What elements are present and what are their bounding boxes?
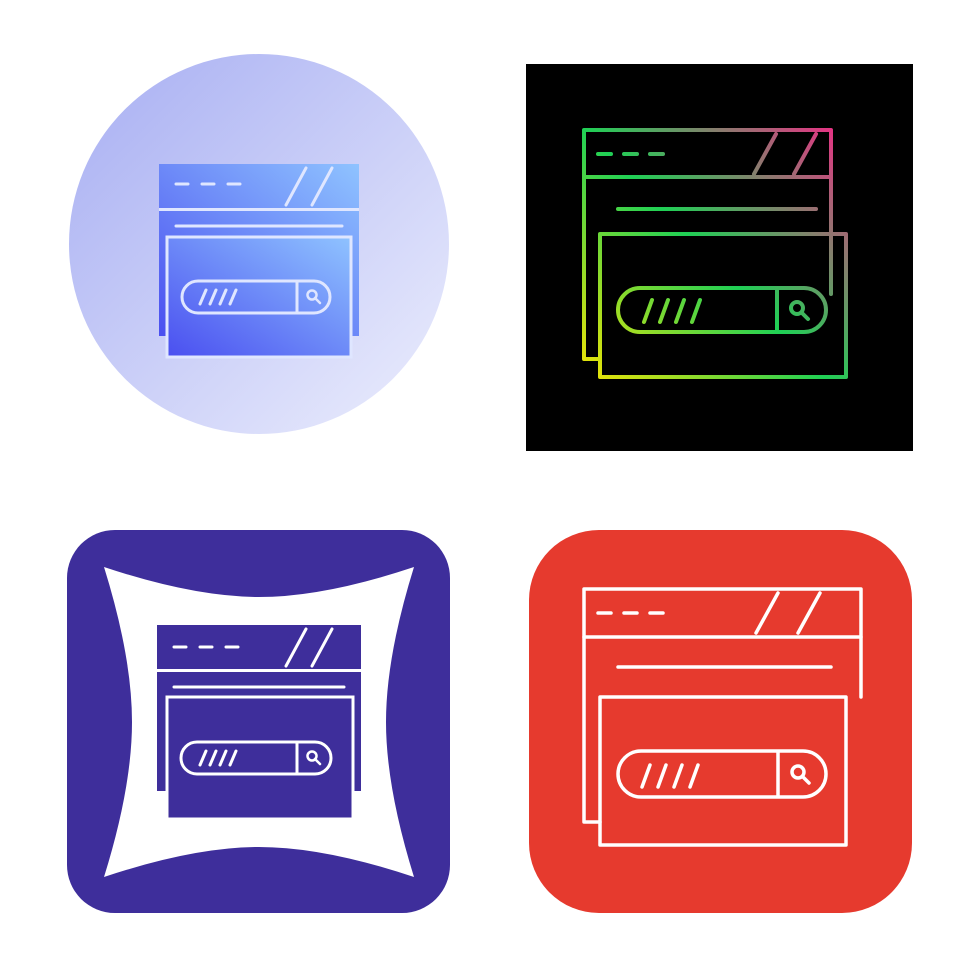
- browser-search-icon: [69, 54, 449, 434]
- browser-search-icon-indigo-pillow: [64, 527, 454, 917]
- browser-search-icon-gradient-circle: [64, 54, 454, 454]
- browser-search-icon: [526, 64, 913, 451]
- browser-search-icon: [529, 530, 912, 913]
- browser-window-glyph: [157, 625, 361, 821]
- browser-window-glyph: [159, 164, 359, 359]
- icon-sheet: [0, 0, 980, 980]
- browser-search-icon: [67, 530, 450, 913]
- browser-search-icon-neon-outline: [526, 64, 916, 454]
- browser-search-icon-red-outline: [526, 527, 916, 917]
